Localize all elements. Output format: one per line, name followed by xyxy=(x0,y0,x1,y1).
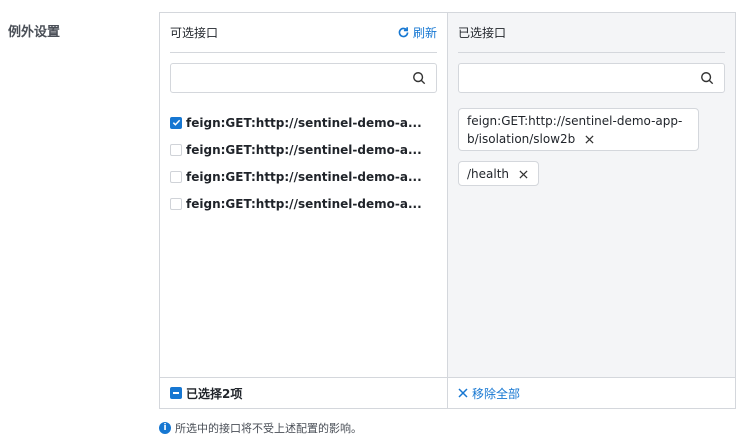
available-pane-title: 可选接口 xyxy=(170,26,219,40)
available-search xyxy=(170,63,437,93)
hint-text: 所选中的接口将不受上述配置的影响。 xyxy=(175,422,362,435)
available-list: feign:GET:http://sentinel-demo-a... feig… xyxy=(170,109,441,217)
close-icon[interactable] xyxy=(519,170,528,179)
list-item[interactable]: feign:GET:http://sentinel-demo-a... xyxy=(170,109,441,136)
selected-count: 已选择2项 xyxy=(186,386,243,401)
close-icon xyxy=(458,388,468,398)
selected-pane: 已选接口 feign:GET:http://sentinel-demo-app-… xyxy=(448,13,735,408)
checkbox[interactable] xyxy=(170,197,182,210)
search-icon[interactable] xyxy=(700,71,714,85)
selected-pane-title: 已选接口 xyxy=(458,26,507,40)
info-icon: i xyxy=(159,422,171,434)
refresh-icon xyxy=(398,27,409,38)
available-pane-header: 可选接口 刷新 xyxy=(170,13,437,53)
check-icon xyxy=(172,119,180,126)
selected-tag-label: /health xyxy=(467,167,510,181)
selected-tag: /health xyxy=(458,161,539,186)
selected-tags: feign:GET:http://sentinel-demo-app-b/iso… xyxy=(458,108,699,196)
search-icon[interactable] xyxy=(412,71,426,85)
close-icon[interactable] xyxy=(585,135,594,144)
remove-all-label: 移除全部 xyxy=(472,386,521,401)
list-item-label: feign:GET:http://sentinel-demo-a... xyxy=(186,196,422,211)
list-item-label: feign:GET:http://sentinel-demo-a... xyxy=(186,115,422,130)
selected-tag: feign:GET:http://sentinel-demo-app-b/iso… xyxy=(458,108,699,151)
available-pane-footer: 已选择2项 xyxy=(160,377,447,408)
selected-search-input[interactable] xyxy=(459,64,695,92)
refresh-button[interactable]: 刷新 xyxy=(397,24,437,41)
checkbox[interactable] xyxy=(170,170,182,183)
selected-tag-label: feign:GET:http://sentinel-demo-app-b/iso… xyxy=(467,114,683,146)
select-all-checkbox[interactable] xyxy=(170,387,182,399)
remove-all-button[interactable]: 移除全部 xyxy=(458,385,520,402)
checkbox[interactable] xyxy=(170,143,182,156)
list-item[interactable]: feign:GET:http://sentinel-demo-a... xyxy=(170,136,441,163)
available-pane: 可选接口 刷新 feign:GET:http://sentinel-demo-a… xyxy=(160,13,448,408)
selected-search xyxy=(458,63,725,93)
refresh-label: 刷新 xyxy=(412,26,437,40)
list-item-label: feign:GET:http://sentinel-demo-a... xyxy=(186,142,422,157)
list-item[interactable]: feign:GET:http://sentinel-demo-a... xyxy=(170,190,441,217)
section-label: 例外设置 xyxy=(8,25,61,40)
checkbox-checked[interactable] xyxy=(170,116,182,129)
selected-pane-header: 已选接口 xyxy=(458,13,725,53)
list-item[interactable]: feign:GET:http://sentinel-demo-a... xyxy=(170,163,441,190)
list-item-label: feign:GET:http://sentinel-demo-a... xyxy=(186,169,422,184)
available-search-input[interactable] xyxy=(171,64,407,92)
hint: i 所选中的接口将不受上述配置的影响。 xyxy=(159,420,362,436)
transfer-panel: 可选接口 刷新 feign:GET:http://sentinel-demo-a… xyxy=(159,12,736,409)
selected-pane-footer: 移除全部 xyxy=(448,377,735,408)
